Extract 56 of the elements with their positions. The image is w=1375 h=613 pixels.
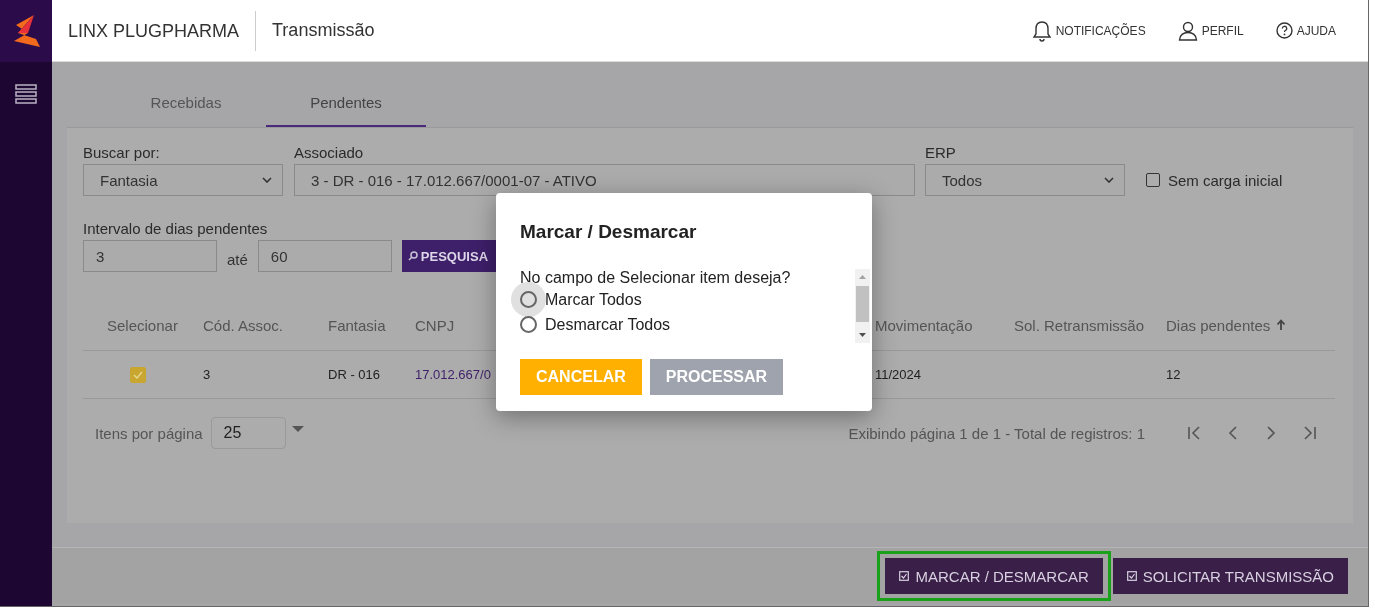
radio-button[interactable] bbox=[520, 291, 537, 308]
field-label: Buscar por: bbox=[83, 144, 161, 161]
caret-icon bbox=[291, 426, 304, 432]
field-label: ERP bbox=[925, 144, 957, 161]
range-separator: até bbox=[227, 251, 248, 270]
search-button[interactable]: PESQUISA bbox=[401, 240, 499, 272]
menu-icon[interactable] bbox=[15, 84, 37, 104]
table-cell: 12 bbox=[1166, 367, 1181, 382]
checkbox-icon bbox=[1126, 571, 1137, 581]
link[interactable]: 17.012.667/0 bbox=[415, 367, 491, 382]
input-field[interactable]: 60 bbox=[257, 240, 392, 272]
column-header[interactable]: Sol. Retransmissão bbox=[1014, 316, 1145, 334]
column-header[interactable]: Selecionar bbox=[107, 316, 178, 334]
checkbox-label: Sem carga inicial bbox=[1168, 171, 1283, 189]
checkbox-icon bbox=[899, 571, 910, 581]
dropdown[interactable]: Fantasia bbox=[83, 164, 283, 196]
column-header[interactable]: Dias pendentes bbox=[1166, 316, 1271, 334]
user-icon bbox=[1177, 20, 1198, 41]
check-icon bbox=[133, 370, 143, 379]
column-header[interactable]: CNPJ bbox=[415, 316, 455, 334]
column-header[interactable]: Fantasia bbox=[328, 316, 386, 334]
action-button[interactable]: SOLICITAR TRANSMISSÃO bbox=[1112, 558, 1348, 594]
dropdown[interactable]: Todos bbox=[925, 164, 1125, 196]
table-cell: 3 bbox=[203, 367, 211, 382]
bell-icon bbox=[1031, 19, 1052, 42]
tab[interactable]: Recebidas bbox=[106, 81, 266, 127]
header-link[interactable]: AJUDA bbox=[1275, 22, 1336, 39]
dialog-title: Marcar / Desmarcar bbox=[520, 221, 698, 243]
brand-name: LINX PLUGPHARMA bbox=[52, 10, 257, 51]
header-link[interactable]: NOTIFICAÇÕES bbox=[1031, 19, 1146, 42]
chevron-icon bbox=[1104, 177, 1114, 183]
page-size-label: Itens por página bbox=[95, 424, 203, 442]
column-header[interactable]: Movimentação bbox=[875, 316, 973, 334]
search-icon bbox=[407, 251, 418, 261]
table-cell: 11/2024 bbox=[875, 367, 922, 382]
field-label: Associado bbox=[294, 144, 365, 161]
table-cell: DR - 016 bbox=[328, 367, 381, 382]
input-field[interactable]: 3 bbox=[83, 240, 217, 272]
field-label: Intervalo de dias pendentes bbox=[83, 220, 269, 237]
page-title: Transmissão bbox=[271, 20, 376, 41]
page-summary: Exibindo página 1 de 1 - Total de registros: 1 bbox=[848, 424, 1145, 442]
first-page-icon[interactable] bbox=[1187, 424, 1203, 442]
chevron-icon bbox=[262, 177, 272, 183]
header-link[interactable]: PERFIL bbox=[1177, 20, 1244, 41]
column-header[interactable]: Cód. Assoc. bbox=[203, 316, 284, 334]
input-field[interactable]: 3 - DR - 016 - 17.012.667/0001-07 - ATIVO bbox=[294, 164, 915, 196]
radio-label: Desmarcar Todos bbox=[545, 315, 671, 334]
action-button[interactable]: MARCAR / DESMARCAR bbox=[885, 558, 1103, 594]
last-page-icon[interactable] bbox=[1301, 424, 1317, 442]
radio-button[interactable] bbox=[520, 316, 537, 333]
checkbox[interactable] bbox=[130, 366, 146, 383]
help-icon bbox=[1275, 22, 1293, 39]
question-text: No campo de Selecionar item deseja? bbox=[520, 269, 792, 287]
checkbox[interactable] bbox=[1146, 173, 1160, 187]
radio-label: Marcar Todos bbox=[545, 290, 642, 309]
page-size-field[interactable]: 25 bbox=[210, 417, 286, 449]
